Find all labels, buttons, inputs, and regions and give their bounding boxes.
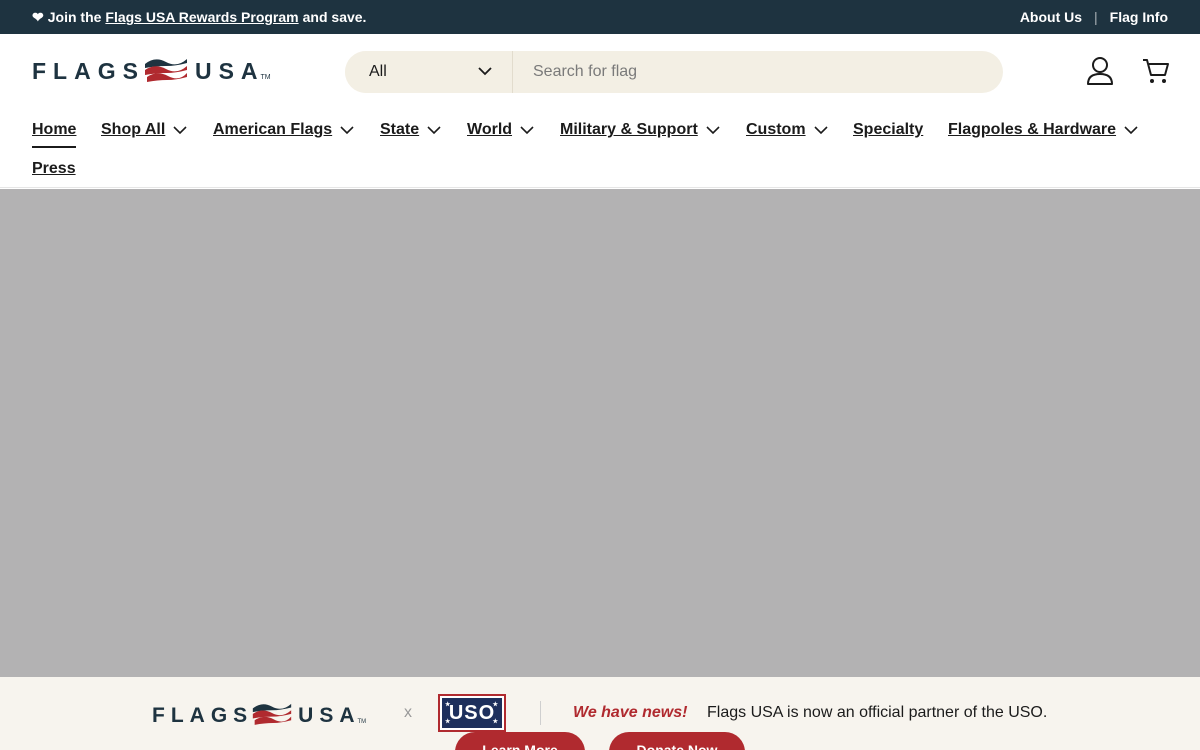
donate-now-button[interactable]: Donate Now (609, 732, 745, 750)
nav-item-world[interactable]: World (467, 121, 534, 139)
nav-item-home[interactable]: Home (32, 121, 77, 148)
nav-label: Shop All (101, 121, 166, 138)
search-category-value: All (369, 63, 387, 80)
cart-icon[interactable] (1142, 56, 1170, 86)
chevron-down-icon (1124, 125, 1138, 134)
partner-news-text: Flags USA is now an official partner of … (707, 704, 1048, 721)
nav-item-military-support[interactable]: Military & Support (560, 121, 720, 139)
utility-separator: | (1094, 9, 1098, 25)
star-icon: ★ (492, 702, 499, 708)
rewards-prefix: Join the (47, 9, 102, 25)
rewards-program-link[interactable]: Flags USA Rewards Program (105, 9, 298, 25)
logo-trademark: TM (260, 74, 271, 81)
nav-item-press[interactable]: Press (32, 160, 76, 178)
nav-item-flagpoles-hardware[interactable]: Flagpoles & Hardware (948, 121, 1138, 139)
learn-more-button[interactable]: Learn More (455, 732, 585, 750)
nav-item-shop-all[interactable]: Shop All (101, 121, 187, 139)
site-header: FLAGS USA TM All (0, 34, 1200, 110)
about-us-link[interactable]: About Us (1020, 9, 1082, 25)
main-navigation: Home Shop All American Flags State World… (0, 110, 1200, 188)
nav-label: Press (32, 160, 76, 177)
partner-x: x (404, 704, 412, 721)
logo-trademark: TM (357, 718, 367, 725)
hero-image-placeholder (0, 189, 1200, 677)
flag-wave-icon (251, 699, 293, 732)
uso-partner-banner: FLAGS USA TM x ★ ★ ★ ★ USO We have news!… (0, 677, 1200, 750)
chevron-down-icon (427, 125, 441, 134)
logo-word-flags: FLAGS (32, 58, 145, 84)
chevron-down-icon (173, 125, 187, 134)
chevron-down-icon (813, 125, 828, 134)
logo-word-flags: FLAGS (152, 703, 254, 727)
nav-label: State (380, 121, 420, 138)
nav-label: American Flags (213, 121, 333, 138)
heart-icon: ❤ (32, 8, 44, 25)
partner-divider (540, 701, 541, 725)
nav-label: Military & Support (560, 121, 698, 138)
nav-label: World (467, 121, 513, 138)
star-icon: ★ (492, 719, 499, 725)
chevron-down-icon (340, 125, 354, 134)
nav-item-specialty[interactable]: Specialty (853, 121, 923, 139)
partner-news-heading: We have news! (573, 704, 688, 721)
nav-label: Specialty (853, 121, 924, 138)
chevron-down-icon (478, 63, 492, 81)
flag-info-link[interactable]: Flag Info (1110, 9, 1168, 25)
uso-logo-inner: ★ ★ ★ ★ USO (442, 698, 502, 728)
nav-item-american-flags[interactable]: American Flags (213, 121, 354, 139)
utility-links: About Us | Flag Info (1020, 9, 1168, 25)
search-bar: All (345, 51, 1003, 93)
flag-wave-icon (143, 54, 189, 89)
nav-item-custom[interactable]: Custom (746, 121, 828, 139)
uso-logo: ★ ★ ★ ★ USO (438, 694, 506, 732)
logo-word-usa: USA (298, 703, 361, 727)
star-icon: ★ (445, 702, 452, 708)
search-category-select[interactable]: All (345, 51, 513, 93)
search-input[interactable] (513, 51, 1003, 93)
logo-word-usa: USA (194, 58, 265, 84)
star-icon: ★ (445, 719, 452, 725)
partner-flags-usa-logo: FLAGS USA TM (152, 699, 366, 732)
nav-label: Home (32, 121, 77, 138)
nav-label: Custom (746, 121, 806, 138)
user-icon[interactable] (1086, 56, 1114, 86)
nav-item-state[interactable]: State (380, 121, 441, 139)
chevron-down-icon (520, 125, 534, 134)
rewards-suffix: and save. (302, 9, 367, 25)
chevron-down-icon (706, 125, 720, 134)
announcement-bar: ❤ Join the Flags USA Rewards Program and… (0, 0, 1200, 34)
site-logo[interactable]: FLAGS USA TM (32, 54, 271, 89)
uso-logo-text: USO (448, 701, 496, 724)
rewards-message: ❤ Join the Flags USA Rewards Program and… (32, 9, 366, 26)
nav-label: Flagpoles & Hardware (948, 121, 1117, 138)
